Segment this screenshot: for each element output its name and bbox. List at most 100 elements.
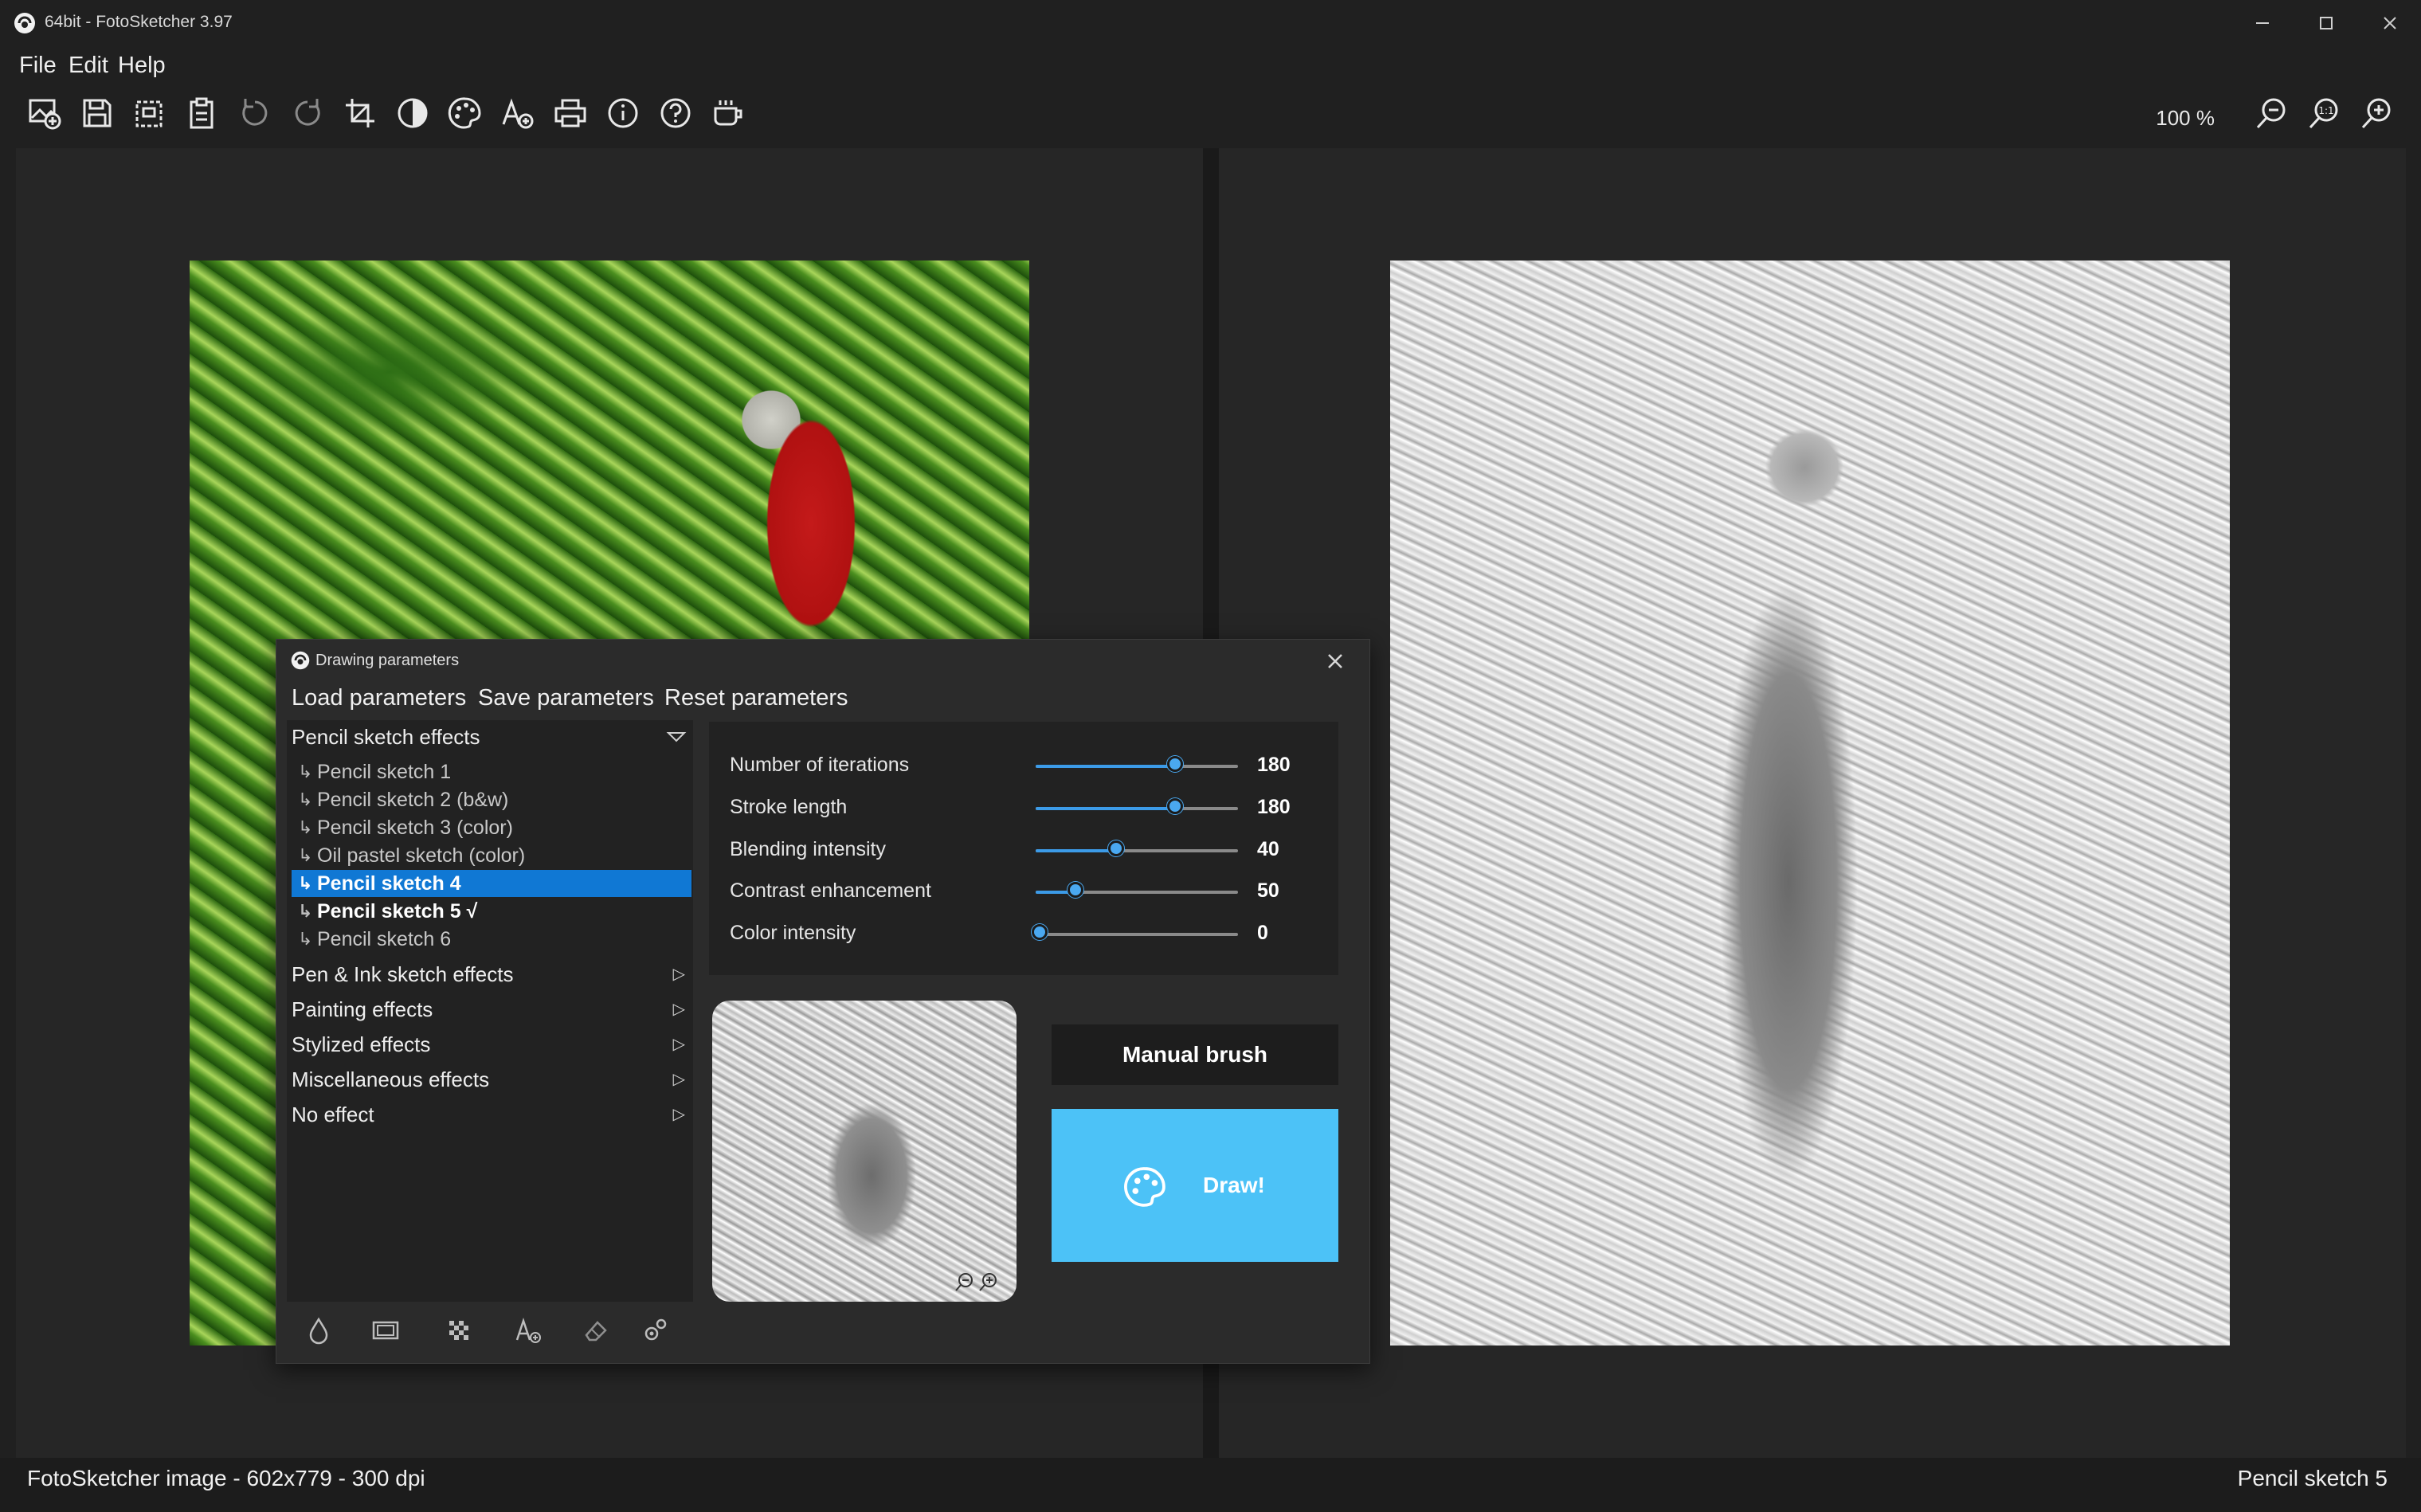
effect-item[interactable]: ↳ Pencil sketch 1 bbox=[292, 758, 691, 785]
slider-thumb[interactable] bbox=[1167, 756, 1183, 772]
reset-parameters-menu[interactable]: Reset parameters bbox=[664, 685, 848, 711]
menu-file[interactable]: File bbox=[19, 53, 57, 79]
effect-label: Pencil sketch 5 √ bbox=[317, 900, 478, 922]
effect-label: Oil pastel sketch (color) bbox=[317, 844, 526, 867]
info-icon[interactable] bbox=[601, 91, 645, 135]
zoom-out-icon[interactable] bbox=[2250, 91, 2294, 135]
window-title: 64bit - FotoSketcher 3.97 bbox=[45, 13, 233, 31]
effect-item-current[interactable]: ↳ Pencil sketch 5 √ bbox=[292, 898, 691, 925]
slider-thumb[interactable] bbox=[1108, 840, 1124, 856]
chevron-right-icon: ▷ bbox=[672, 1001, 685, 1018]
param-label-color-intensity: Color intensity bbox=[730, 922, 856, 944]
effect-item[interactable]: ↳ Oil pastel sketch (color) bbox=[292, 842, 691, 869]
minimize-button[interactable] bbox=[2231, 0, 2294, 46]
effect-preview-thumbnail[interactable] bbox=[712, 1001, 1017, 1302]
effect-item[interactable]: ↳ Pencil sketch 2 (b&w) bbox=[292, 786, 691, 813]
zoom-in-icon[interactable] bbox=[978, 1271, 999, 1292]
frame-icon[interactable] bbox=[368, 1313, 403, 1348]
color-intensity-slider[interactable] bbox=[1032, 924, 1238, 940]
param-value-stroke-length: 180 bbox=[1257, 796, 1291, 818]
effect-label: Pencil sketch 3 (color) bbox=[317, 817, 513, 839]
effect-label: Pencil sketch 4 bbox=[317, 872, 461, 895]
palette-icon[interactable] bbox=[443, 91, 488, 135]
param-value-iterations: 180 bbox=[1257, 754, 1291, 776]
chevron-right-icon: ▷ bbox=[672, 1071, 685, 1088]
param-label-contrast: Contrast enhancement bbox=[730, 879, 931, 902]
settings-icon[interactable] bbox=[637, 1313, 672, 1348]
contrast-slider[interactable] bbox=[1036, 882, 1238, 898]
load-parameters-menu[interactable]: Load parameters bbox=[292, 685, 466, 711]
slider-thumb[interactable] bbox=[1167, 798, 1183, 814]
chevron-right-icon: ▷ bbox=[672, 1036, 685, 1053]
slider-thumb[interactable] bbox=[1068, 882, 1083, 898]
copy-icon[interactable] bbox=[127, 91, 172, 135]
collapse-chevron-icon[interactable] bbox=[666, 730, 687, 748]
paste-icon[interactable] bbox=[180, 91, 225, 135]
effect-group-no-effect[interactable]: No effect ▷ bbox=[292, 1097, 691, 1132]
image-info-status: FotoSketcher image - 602x779 - 300 dpi bbox=[27, 1466, 425, 1490]
param-value-color-intensity: 0 bbox=[1257, 922, 1268, 944]
param-label-stroke-length: Stroke length bbox=[730, 796, 848, 818]
menu-edit[interactable]: Edit bbox=[69, 53, 108, 79]
param-label-blending: Blending intensity bbox=[730, 838, 886, 860]
dialog-title: Drawing parameters bbox=[315, 652, 460, 669]
effect-group-label: No effect bbox=[292, 1103, 374, 1126]
param-label-iterations: Number of iterations bbox=[730, 754, 910, 776]
sketch-result-image bbox=[1390, 260, 2230, 1346]
effect-item[interactable]: ↳ Pencil sketch 3 (color) bbox=[292, 814, 691, 841]
menu-bar bbox=[0, 46, 2421, 86]
slider-thumb[interactable] bbox=[1032, 924, 1048, 940]
effect-item-selected[interactable]: ↳ Pencil sketch 4 bbox=[292, 870, 691, 897]
menu-help[interactable]: Help bbox=[118, 53, 166, 79]
current-effect-status: Pencil sketch 5 bbox=[2237, 1466, 2388, 1490]
param-value-contrast: 50 bbox=[1257, 879, 1279, 902]
dialog-app-icon bbox=[290, 650, 311, 671]
effect-group-stylized[interactable]: Stylized effects ▷ bbox=[292, 1027, 691, 1062]
zoom-actual-icon[interactable]: 1:1 bbox=[2302, 91, 2347, 135]
effect-label: Pencil sketch 1 bbox=[317, 761, 452, 783]
draw-button-label: Draw! bbox=[1203, 1173, 1265, 1197]
undo-icon[interactable] bbox=[233, 91, 277, 135]
save-parameters-menu[interactable]: Save parameters bbox=[478, 685, 654, 711]
redo-icon[interactable] bbox=[285, 91, 330, 135]
dialog-close-icon[interactable] bbox=[1322, 648, 1348, 674]
param-value-blending: 40 bbox=[1257, 838, 1279, 860]
zoom-in-icon[interactable] bbox=[2355, 91, 2399, 135]
iterations-slider[interactable] bbox=[1036, 756, 1238, 772]
effect-label: Pencil sketch 2 (b&w) bbox=[317, 789, 509, 811]
contrast-icon[interactable] bbox=[390, 91, 435, 135]
crop-icon[interactable] bbox=[338, 91, 382, 135]
print-icon[interactable] bbox=[548, 91, 593, 135]
effect-group-painting[interactable]: Painting effects ▷ bbox=[292, 992, 691, 1027]
effect-group-label: Miscellaneous effects bbox=[292, 1067, 490, 1091]
effect-group-miscellaneous[interactable]: Miscellaneous effects ▷ bbox=[292, 1062, 691, 1097]
chevron-right-icon: ▷ bbox=[672, 966, 685, 983]
effect-group-label: Painting effects bbox=[292, 997, 433, 1021]
water-drop-icon[interactable] bbox=[301, 1313, 336, 1348]
coffee-icon[interactable] bbox=[706, 91, 750, 135]
palette-icon bbox=[1123, 1165, 1168, 1209]
app-logo-icon bbox=[13, 11, 37, 35]
maximize-button[interactable] bbox=[2294, 0, 2358, 46]
effect-group-pen-ink[interactable]: Pen & Ink sketch effects ▷ bbox=[292, 957, 691, 992]
stroke-length-slider[interactable] bbox=[1036, 798, 1238, 814]
texture-icon[interactable] bbox=[441, 1313, 476, 1348]
effect-tools-bar bbox=[287, 1306, 693, 1354]
manual-brush-button[interactable]: Manual brush bbox=[1052, 1024, 1338, 1085]
draw-button[interactable] bbox=[1052, 1109, 1338, 1262]
effects-category-header[interactable]: Pencil sketch effects bbox=[292, 725, 480, 750]
eraser-icon[interactable] bbox=[578, 1313, 613, 1348]
effect-group-label: Pen & Ink sketch effects bbox=[292, 962, 514, 986]
effect-label: Pencil sketch 6 bbox=[317, 928, 452, 950]
svg-text:1:1: 1:1 bbox=[2318, 105, 2333, 116]
zoom-out-icon[interactable] bbox=[954, 1271, 975, 1292]
close-button[interactable] bbox=[2358, 0, 2421, 46]
add-text-icon[interactable] bbox=[511, 1313, 546, 1348]
help-icon[interactable] bbox=[653, 91, 698, 135]
effect-item[interactable]: ↳ Pencil sketch 6 bbox=[292, 926, 691, 953]
add-text-icon[interactable] bbox=[496, 91, 540, 135]
effect-group-label: Stylized effects bbox=[292, 1032, 431, 1056]
save-icon[interactable] bbox=[75, 91, 119, 135]
blending-slider[interactable] bbox=[1036, 840, 1238, 856]
open-image-icon[interactable] bbox=[22, 91, 67, 135]
